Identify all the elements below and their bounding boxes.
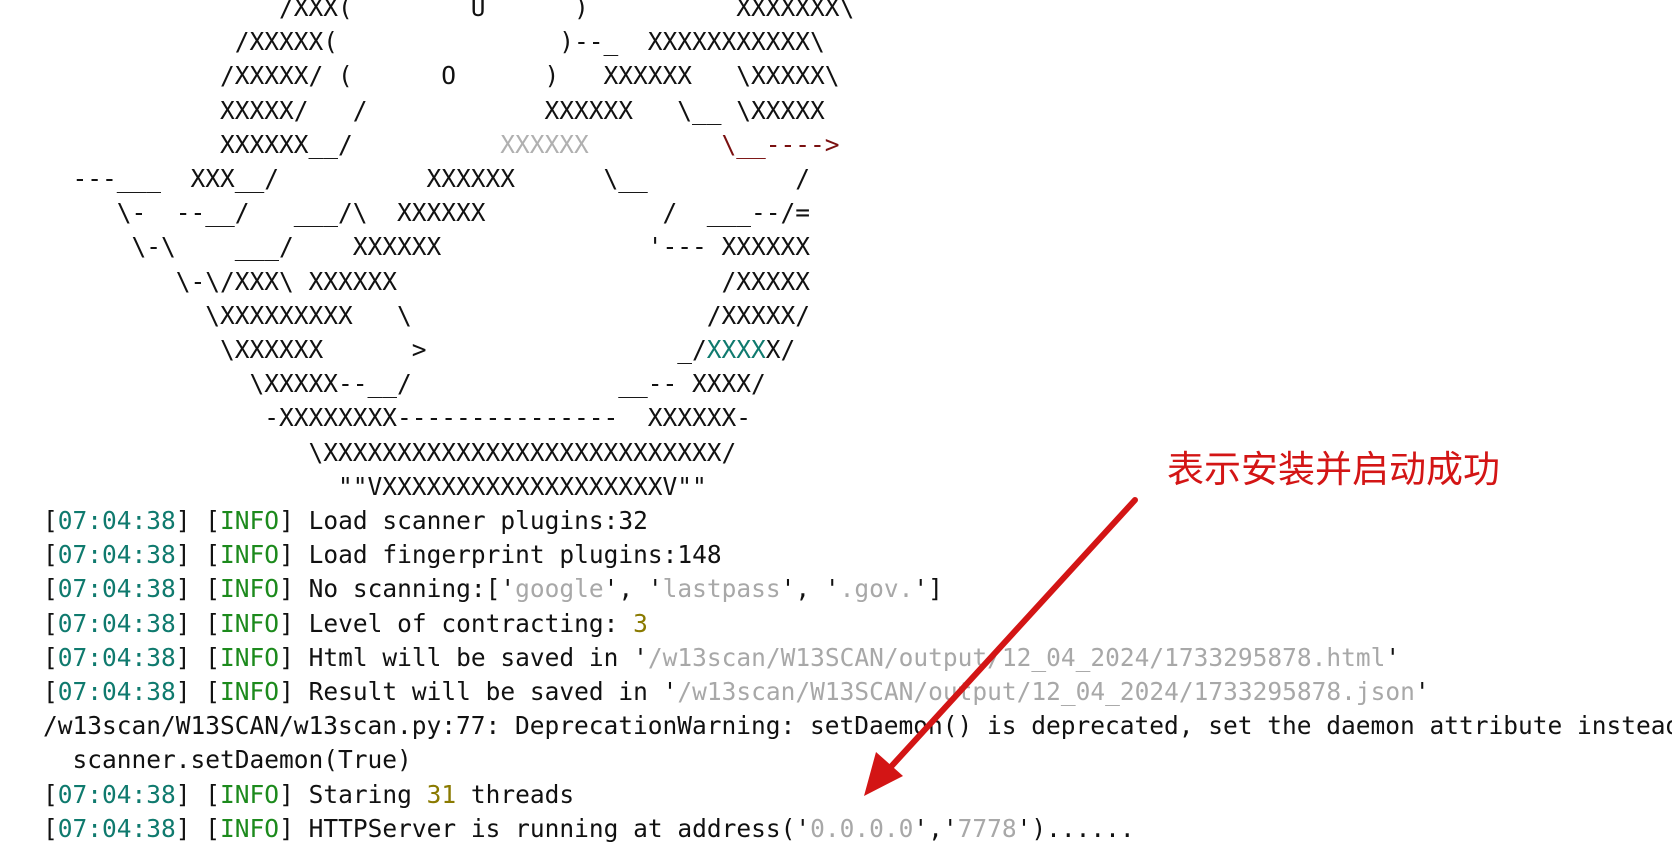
annotation-arrow-icon [864, 497, 1138, 796]
